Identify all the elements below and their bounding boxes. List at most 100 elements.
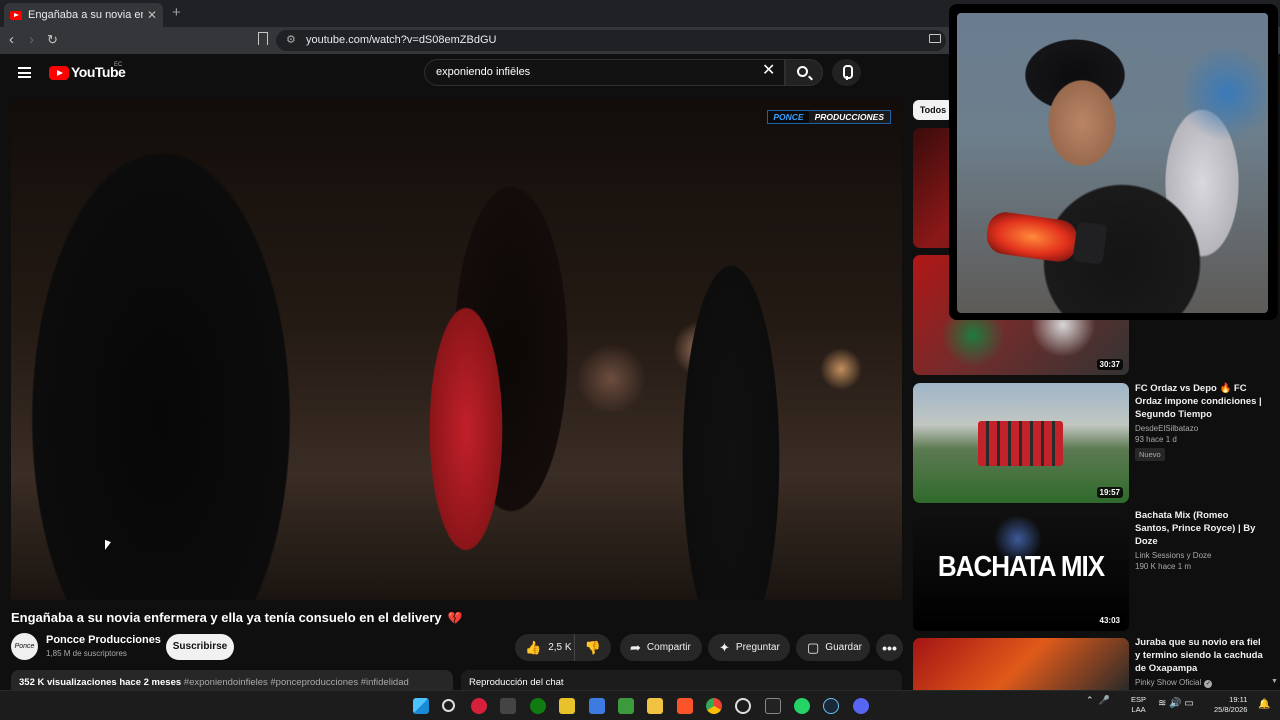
video-player[interactable]: PONCE PRODUCCIONES	[11, 99, 902, 600]
like-dislike-group: 👍 2,5 K 👎	[515, 634, 611, 661]
app-icon-blue[interactable]	[589, 698, 605, 714]
region-code: EC	[114, 62, 123, 68]
save-label: Guardar	[825, 642, 862, 653]
url-text: youtube.com/watch?v=dS08emZBdGU	[306, 34, 497, 46]
language-indicator[interactable]: ESP LAA	[1131, 695, 1146, 715]
wifi-volume-battery-icon[interactable]: ≋ 🔊 ▭	[1158, 698, 1194, 709]
video-thumbnail[interactable]	[913, 638, 1129, 690]
discord-icon[interactable]	[853, 698, 869, 714]
share-button[interactable]: ➦ Compartir	[620, 634, 702, 661]
new-tab-icon[interactable]: +	[172, 4, 181, 21]
start-icon[interactable]	[413, 698, 429, 714]
verified-icon: ✓	[1204, 680, 1213, 688]
lang-primary: ESP	[1131, 695, 1147, 704]
search-icon	[797, 66, 808, 77]
brave-icon[interactable]	[677, 698, 693, 714]
video-title[interactable]: FC Ordaz vs Depo 🔥 FC Ordaz impone condi…	[1135, 382, 1265, 421]
chrome-icon[interactable]	[706, 698, 722, 714]
taskbar: ⌃ 🎤 ESP LAA ≋ 🔊 ▭ 19:11 25/8/2026 🔔	[0, 690, 1280, 720]
watermark-brand-a: PONCE	[773, 112, 804, 122]
watermark-brand-b: PRODUCCIONES	[808, 111, 890, 123]
video-thumbnail[interactable]: 19:57	[913, 383, 1129, 503]
video-title[interactable]: Bachata Mix (Romeo Santos, Prince Royce)…	[1135, 509, 1265, 548]
clock[interactable]: 19:11 25/8/2026	[1214, 695, 1247, 715]
hashtags[interactable]: #exponiendoinfieles #ponceproducciones #…	[184, 677, 409, 688]
video-meta: 93 hace 1 d	[1135, 435, 1177, 444]
share-label: Compartir	[646, 642, 691, 653]
capcut-icon[interactable]	[765, 698, 781, 714]
app-icon-red[interactable]	[471, 698, 487, 714]
browser-tab[interactable]: Engañaba a su novia enfermera ✕	[4, 3, 163, 27]
voice-search-icon[interactable]	[832, 59, 861, 86]
subscriber-count: 1,85 M de suscriptores	[46, 649, 127, 658]
tab-title: Engañaba a su novia enfermera	[28, 9, 143, 21]
video-channel[interactable]: DesdeElSilbatazo	[1135, 424, 1265, 433]
channel-name[interactable]: Poncce Producciones	[46, 634, 161, 646]
tray-icons[interactable]: ⌃ 🎤	[1086, 695, 1110, 706]
notification-icon[interactable]: 🔔	[1258, 699, 1270, 710]
back-icon[interactable]: ‹	[9, 31, 14, 48]
channel-name-text: Pinky Show Oficial	[1135, 678, 1202, 687]
video-info[interactable]: Bachata Mix (Romeo Santos, Prince Royce)…	[1135, 509, 1265, 571]
video-duration: 43:03	[1096, 615, 1123, 626]
video-duration: 30:37	[1096, 359, 1123, 370]
mouse-cursor-icon	[105, 539, 111, 553]
search-button[interactable]	[785, 59, 823, 86]
address-bar[interactable]: ⚙ youtube.com/watch?v=dS08emZBdGU	[276, 30, 946, 51]
ask-button[interactable]: ✦ Preguntar	[708, 634, 790, 661]
ask-label: Preguntar	[735, 642, 780, 653]
app-icon-circle[interactable]	[735, 698, 751, 714]
sparkle-icon: ✦	[719, 639, 730, 655]
video-info[interactable]: Juraba que su novio era fiel y termino s…	[1135, 636, 1265, 688]
clock-date: 25/8/2026	[1214, 705, 1248, 714]
filter-chip-all[interactable]: Todos	[913, 100, 953, 120]
video-thumbnail[interactable]: BACHATA MIX 43:03	[913, 511, 1129, 631]
reload-icon[interactable]: ↻	[47, 32, 58, 48]
clear-search-icon[interactable]: ✕	[762, 63, 775, 79]
youtube-favicon-icon	[10, 10, 22, 20]
menu-icon[interactable]	[18, 67, 31, 78]
video-duration: 19:57	[1096, 487, 1123, 498]
close-tab-icon[interactable]: ✕	[147, 8, 157, 22]
chat-replay-title: Reproducción del chat	[469, 677, 564, 688]
search-input[interactable]: exponiendo infiēles	[424, 59, 785, 86]
video-info[interactable]: FC Ordaz vs Depo 🔥 FC Ordaz impone condi…	[1135, 382, 1265, 462]
steam-icon[interactable]	[823, 698, 839, 714]
like-button[interactable]: 👍 2,5 K	[515, 634, 575, 661]
video-meta: 190 K hace 1 m	[1135, 562, 1192, 571]
channel-watermark: PONCE PRODUCCIONES	[767, 110, 891, 124]
clock-time: 19:11	[1229, 695, 1248, 704]
scroll-down-icon[interactable]: ▼	[1271, 678, 1278, 685]
webcam-feed	[957, 13, 1268, 313]
dislike-button[interactable]: 👎	[575, 634, 611, 661]
youtube-logo-icon[interactable]	[49, 66, 69, 80]
thumbs-down-icon: 👎	[584, 640, 602, 655]
forward-icon[interactable]: ›	[29, 31, 34, 48]
site-info-icon[interactable]: ⚙	[286, 30, 296, 51]
view-count: 352 K visualizaciones	[19, 677, 117, 688]
save-button[interactable]: ▢ Guardar	[796, 634, 870, 661]
video-channel[interactable]: Pinky Show Oficial ✓	[1135, 678, 1265, 688]
team-photo	[978, 421, 1063, 466]
search-taskbar-icon[interactable]	[442, 699, 455, 712]
xbox-icon[interactable]	[530, 698, 546, 714]
like-count: 2,5 K	[548, 642, 572, 653]
whatsapp-icon[interactable]	[794, 698, 810, 714]
minecraft-icon[interactable]	[618, 698, 634, 714]
bookmark-icon[interactable]	[258, 32, 268, 45]
folder-icon[interactable]	[647, 698, 663, 714]
share-icon: ➦	[630, 639, 641, 655]
video-channel[interactable]: Link Sessions y Doze	[1135, 551, 1265, 560]
app-icon-yellow[interactable]	[559, 698, 575, 714]
new-badge: Nuevo	[1135, 448, 1165, 461]
store-icon[interactable]	[500, 698, 516, 714]
subscribe-button[interactable]: Suscribirse	[166, 634, 234, 660]
save-icon: ▢	[807, 639, 820, 655]
video-title-text: Engañaba a su novia enfermera y ella ya …	[11, 610, 442, 625]
video-title[interactable]: Juraba que su novio era fiel y termino s…	[1135, 636, 1265, 675]
microphone-body	[1072, 221, 1108, 265]
cast-icon[interactable]	[929, 34, 941, 43]
channel-avatar[interactable]: Ponce	[11, 633, 38, 660]
more-actions-icon[interactable]: •••	[876, 634, 903, 661]
upload-date: hace 2 meses	[119, 677, 182, 688]
